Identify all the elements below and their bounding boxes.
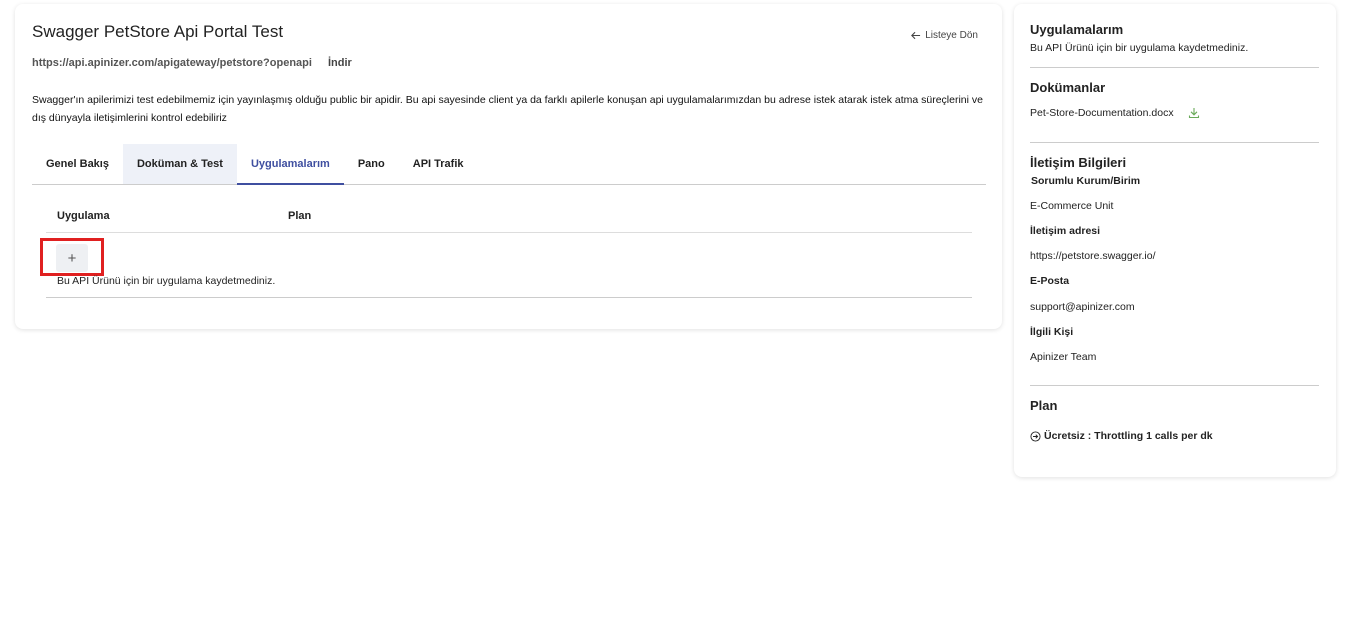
api-url: https://api.apinizer.com/apigateway/pets… bbox=[32, 57, 312, 69]
tab-docs-test[interactable]: Doküman & Test bbox=[122, 144, 237, 184]
email-label: E-Posta bbox=[1030, 275, 1070, 287]
download-link[interactable]: İndir bbox=[328, 57, 352, 69]
add-app-button[interactable]: + bbox=[56, 244, 88, 272]
api-description: Swagger'ın apilerimizi test edebilmemiz … bbox=[32, 94, 983, 124]
person-label: İlgili Kişi bbox=[1030, 326, 1074, 338]
contact-section-title: İletişim Bilgileri bbox=[1030, 155, 1127, 170]
page-title: Swagger PetStore Api Portal Test bbox=[32, 22, 284, 41]
api-url-line: https://api.apinizer.com/apigateway/pets… bbox=[32, 57, 352, 69]
doc-item[interactable]: Pet-Store-Documentation.docx bbox=[1030, 107, 1200, 119]
divider bbox=[1030, 142, 1319, 143]
address-label: İletişim adresi bbox=[1030, 225, 1101, 237]
plan-section-title: Plan bbox=[1030, 398, 1058, 413]
docs-section-title: Dokümanlar bbox=[1030, 80, 1106, 95]
divider bbox=[1030, 385, 1319, 386]
tab-my-apps[interactable]: Uygulamalarım bbox=[236, 144, 344, 185]
table-bottom-divider bbox=[46, 297, 972, 298]
arrow-circle-right-icon bbox=[1030, 430, 1041, 442]
doc-file-name[interactable]: Pet-Store-Documentation.docx bbox=[1030, 107, 1174, 119]
apps-section-title: Uygulamalarım bbox=[1030, 22, 1124, 37]
column-header-plan: Plan bbox=[288, 210, 312, 222]
tab-api-traffic[interactable]: API Trafik bbox=[399, 144, 478, 184]
table-empty-message: Bu API Ürünü için bir uygulama kaydetmed… bbox=[57, 275, 276, 287]
column-header-app: Uygulama bbox=[57, 210, 110, 222]
plan-item[interactable]: Ücretsiz : Throttling 1 calls per dk bbox=[1030, 430, 1213, 442]
tab-dashboard[interactable]: Pano bbox=[344, 144, 399, 184]
person-value: Apinizer Team bbox=[1030, 351, 1097, 363]
back-label: Listeye Dön bbox=[925, 30, 978, 41]
plus-icon: + bbox=[67, 249, 77, 267]
tab-overview[interactable]: Genel Bakış bbox=[32, 144, 123, 184]
org-label: Sorumlu Kurum/Birim bbox=[1031, 175, 1141, 187]
apps-empty-text: Bu API Ürünü için bir uygulama kaydetmed… bbox=[1030, 42, 1249, 54]
org-value: E-Commerce Unit bbox=[1030, 200, 1114, 212]
divider bbox=[1030, 67, 1319, 68]
api-product-card: Swagger PetStore Api Portal Test Listeye… bbox=[15, 4, 1002, 329]
sidebar-card: Uygulamalarım Bu API Ürünü için bir uygu… bbox=[1014, 4, 1336, 477]
tab-bar: Genel Bakış Doküman & Test Uygulamalarım… bbox=[32, 144, 986, 185]
download-icon[interactable] bbox=[1188, 107, 1200, 119]
back-to-list-link[interactable]: Listeye Dön bbox=[910, 30, 978, 41]
table-header: Uygulama Plan bbox=[46, 204, 972, 233]
arrow-left-icon bbox=[911, 31, 921, 40]
email-value: support@apinizer.com bbox=[1030, 301, 1135, 313]
plan-item-label: Ücretsiz : Throttling 1 calls per dk bbox=[1044, 430, 1213, 442]
address-value: https://petstore.swagger.io/ bbox=[1030, 250, 1156, 262]
